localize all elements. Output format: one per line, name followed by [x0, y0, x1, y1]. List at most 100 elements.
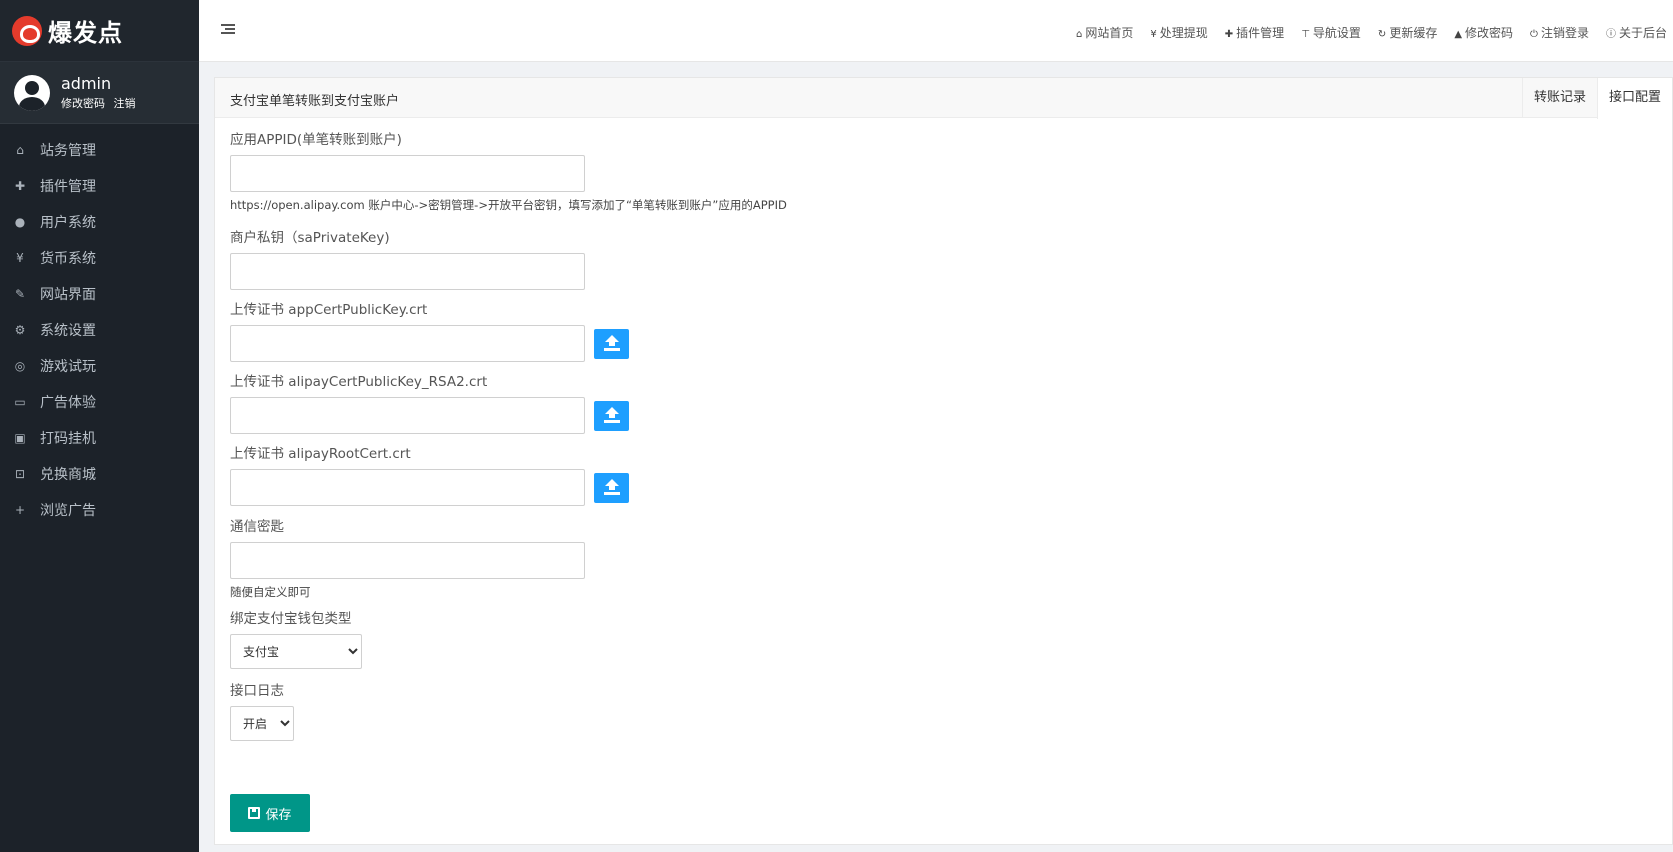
gears-icon: ⚙ — [14, 323, 26, 337]
appid-label: 应用APPID(单笔转账到账户) — [230, 132, 402, 148]
change-password-link[interactable]: 修改密码 — [61, 97, 105, 110]
user-panel: admin 修改密码 注销 — [0, 62, 199, 124]
gamepad-icon: ◎ — [14, 359, 26, 373]
sidebar-item-shop[interactable]: ⊡ 兑换商城 — [0, 456, 199, 492]
cart-icon: ⊡ — [14, 467, 26, 481]
sidebar-item-label: 浏览广告 — [40, 503, 96, 519]
sidebar-toggle-icon[interactable] — [221, 24, 235, 36]
yen-icon: ¥ — [16, 251, 24, 265]
private-key-group: 商户私钥（saPrivateKey) — [230, 226, 585, 290]
yen-icon: ¥ — [1150, 29, 1157, 40]
top-link-home[interactable]: ⌂ 网站首页 — [1076, 24, 1133, 41]
sidebar-item-label: 网站界面 — [40, 287, 96, 303]
private-key-input[interactable] — [230, 253, 585, 290]
wallet-type-select[interactable]: 支付宝 — [230, 634, 362, 669]
secret-label: 通信密匙 — [230, 519, 284, 535]
top-link-change-password[interactable]: ▲ 修改密码 — [1454, 24, 1513, 41]
puzzle-icon: ✚ — [1224, 29, 1234, 40]
sidebar-item-station[interactable]: ⌂ 站务管理 — [0, 132, 199, 168]
user-name: admin — [61, 74, 112, 93]
home-icon: ⌂ — [16, 143, 24, 157]
log-label: 接口日志 — [230, 683, 284, 699]
sidebar-item-settings[interactable]: ⚙ 系统设置 — [0, 312, 199, 348]
secret-help-text: 随便自定义即可 — [230, 585, 311, 599]
appid-help-text: https://open.alipay.com 账户中心->密钥管理->开放平台… — [230, 198, 787, 212]
sidebar-item-captcha[interactable]: ▣ 打码挂机 — [0, 420, 199, 456]
brush-icon: ✎ — [14, 287, 26, 301]
app-cert-label: 上传证书 appCertPublicKey.crt — [230, 302, 428, 318]
sidebar-item-label: 广告体验 — [40, 395, 96, 411]
tab-api-config[interactable]: 接口配置 — [1596, 78, 1672, 119]
signpost-icon: ⊤ — [1301, 29, 1310, 40]
power-icon: ⏻ — [1530, 29, 1538, 40]
wallet-type-group: 绑定支付宝钱包类型 支付宝 — [230, 607, 362, 669]
top-link-about[interactable]: ⓘ 关于后台 — [1606, 24, 1667, 41]
topbar: ⌂ 网站首页 ¥ 处理提现 ✚ 插件管理 ⊤ 导航设置 ↻ 更新缓存 ▲ 修改密码 ⏻ 注销登… — [199, 0, 1673, 62]
top-link-label: 关于后台 — [1618, 26, 1667, 40]
home-icon: ⌂ — [1076, 29, 1083, 40]
brand-name: 爆发点 — [48, 19, 123, 47]
log-select[interactable]: 开启 — [230, 706, 294, 741]
refresh-icon: ↻ — [1377, 29, 1387, 40]
image-icon: ▣ — [14, 431, 26, 445]
sidebar-item-ad-trial[interactable]: ▭ 广告体验 — [0, 384, 199, 420]
save-button[interactable]: 保存 — [230, 794, 310, 832]
top-link-label: 导航设置 — [1312, 26, 1361, 40]
top-link-label: 处理提现 — [1159, 26, 1208, 40]
sidebar-item-label: 打码挂机 — [40, 431, 96, 447]
top-link-label: 网站首页 — [1085, 26, 1134, 40]
appid-group: 应用APPID(单笔转账到账户) https://open.alipay.com… — [230, 128, 787, 213]
sidebar-item-currency[interactable]: ¥ 货币系统 — [0, 240, 199, 276]
sidebar-item-label: 站务管理 — [40, 143, 96, 159]
sidebar-item-label: 插件管理 — [40, 179, 96, 195]
app-cert-group: 上传证书 appCertPublicKey.crt — [230, 298, 629, 362]
save-icon — [248, 807, 261, 819]
top-link-withdraw[interactable]: ¥ 处理提现 — [1150, 24, 1207, 41]
app-cert-upload-button[interactable] — [594, 328, 629, 359]
info-icon: ⓘ — [1605, 29, 1616, 40]
sidebar-item-interface[interactable]: ✎ 网站界面 — [0, 276, 199, 312]
top-link-refresh-cache[interactable]: ↻ 更新缓存 — [1378, 24, 1437, 41]
secret-group: 通信密匙 随便自定义即可 — [230, 515, 585, 600]
root-cert-input[interactable] — [230, 469, 585, 506]
top-link-label: 修改密码 — [1465, 26, 1514, 40]
sidebar-menu: ⌂ 站务管理 ✚ 插件管理 ● 用户系统 ¥ 货币系统 ✎ 网站界面 ⚙ 系统设置 ◎ 游戏试… — [0, 124, 199, 528]
panel-title: 支付宝单笔转账到支付宝账户 — [230, 94, 400, 109]
top-link-plugins[interactable]: ✚ 插件管理 — [1225, 24, 1284, 41]
alipay-cert-label: 上传证书 alipayCertPublicKey_RSA2.crt — [230, 374, 488, 390]
root-cert-group: 上传证书 alipayRootCert.crt — [230, 442, 629, 506]
root-cert-upload-button[interactable] — [594, 472, 629, 503]
alipay-cert-group: 上传证书 alipayCertPublicKey_RSA2.crt — [230, 370, 629, 434]
alipay-cert-input[interactable] — [230, 397, 585, 434]
tab-transfer-records[interactable]: 转账记录 — [1521, 78, 1597, 118]
top-link-label: 插件管理 — [1236, 26, 1285, 40]
top-link-logout[interactable]: ⏻ 注销登录 — [1530, 24, 1589, 41]
user-icon: ● — [14, 215, 26, 229]
app-cert-input[interactable] — [230, 325, 585, 362]
config-panel: 支付宝单笔转账到支付宝账户 转账记录 接口配置 应用APPID(单笔转账到账户)… — [214, 77, 1673, 845]
sidebar-item-label: 兑换商城 — [40, 467, 96, 483]
avatar — [14, 74, 50, 111]
panel-tabs: 转账记录 接口配置 — [1521, 78, 1672, 119]
brand[interactable]: 爆发点 — [0, 0, 199, 62]
sidebar-item-users[interactable]: ● 用户系统 — [0, 204, 199, 240]
appid-input[interactable] — [230, 155, 585, 192]
monitor-icon: ▭ — [14, 395, 26, 409]
top-link-nav-settings[interactable]: ⊤ 导航设置 — [1301, 24, 1361, 41]
lock-icon: ▲ — [1454, 29, 1463, 40]
sidebar-item-games[interactable]: ◎ 游戏试玩 — [0, 348, 199, 384]
log-group: 接口日志 开启 — [230, 679, 294, 741]
logout-link[interactable]: 注销 — [114, 97, 136, 110]
sidebar-item-browse-ads[interactable]: + 浏览广告 — [0, 492, 199, 528]
top-link-label: 注销登录 — [1540, 26, 1589, 40]
sidebar-item-plugins[interactable]: ✚ 插件管理 — [0, 168, 199, 204]
alipay-cert-upload-button[interactable] — [594, 400, 629, 431]
sidebar-item-label: 游戏试玩 — [40, 359, 96, 375]
secret-input[interactable] — [230, 542, 585, 579]
top-links: ⌂ 网站首页 ¥ 处理提现 ✚ 插件管理 ⊤ 导航设置 ↻ 更新缓存 ▲ 修改密码 ⏻ 注销登… — [1059, 24, 1667, 41]
top-link-label: 更新缓存 — [1389, 26, 1438, 40]
sidebar: 爆发点 admin 修改密码 注销 ⌂ 站务管理 ✚ 插件管理 ● 用户系统 ¥ 货币系… — [0, 0, 199, 852]
panel-header: 支付宝单笔转账到支付宝账户 转账记录 接口配置 — [215, 78, 1672, 119]
sidebar-item-label: 系统设置 — [40, 323, 96, 339]
sidebar-item-label: 货币系统 — [40, 251, 96, 267]
